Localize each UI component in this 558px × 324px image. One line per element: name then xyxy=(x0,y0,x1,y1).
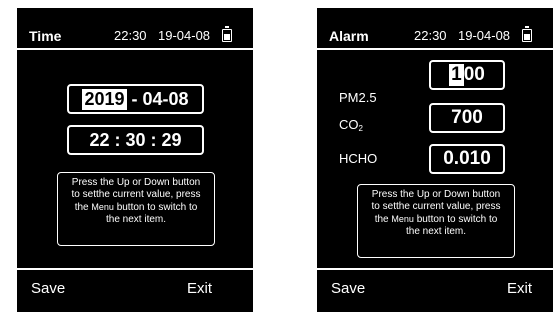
hcho-field[interactable]: 0.010 xyxy=(429,144,505,174)
date-field[interactable]: 2019 - 04-08 xyxy=(67,84,204,114)
status-date: 19-04-08 xyxy=(158,28,211,43)
help-line: the Menu button to switch to xyxy=(374,214,498,225)
month-day-value[interactable]: - 04-08 xyxy=(127,89,189,110)
header-divider xyxy=(17,48,253,50)
time-screen: Time 22:30 19-04-08 2019 - 04-08 22 : 30… xyxy=(17,8,253,312)
help-line: Press the Up or Down button xyxy=(71,177,201,188)
help-line: to setthe current value, press xyxy=(71,189,201,200)
alarm-screen: Alarm 22:30 19-04-08 PM2.5 1 00 CO2 700 … xyxy=(317,8,553,312)
menu-word: Menu xyxy=(391,214,414,224)
co2-label: CO2 xyxy=(339,117,363,133)
pm25-value[interactable]: 00 xyxy=(464,64,485,86)
battery-icon xyxy=(522,26,532,42)
hcho-label: HCHO xyxy=(339,151,378,166)
footer-divider xyxy=(317,268,553,270)
help-line: the Menu button to switch to xyxy=(74,202,198,213)
pm25-label: PM2.5 xyxy=(339,90,377,105)
pm25-field[interactable]: 1 00 xyxy=(429,60,505,90)
screen-title: Time xyxy=(29,28,62,44)
status-bar: Time 22:30 19-04-08 xyxy=(17,26,253,46)
status-bar: Alarm 22:30 19-04-08 xyxy=(317,26,553,46)
help-box: Press the Up or Down button to setthe cu… xyxy=(57,172,215,246)
time-field[interactable]: 22 : 30 : 29 xyxy=(67,125,204,155)
pm25-digit-selected[interactable]: 1 xyxy=(449,64,464,86)
help-line: to setthe current value, press xyxy=(371,201,501,212)
header-divider xyxy=(317,48,553,50)
help-line: the next item. xyxy=(405,226,467,237)
status-date: 19-04-08 xyxy=(458,28,511,43)
help-line: the next item. xyxy=(105,214,167,225)
exit-button[interactable]: Exit xyxy=(507,280,532,297)
help-line: Press the Up or Down button xyxy=(371,189,501,200)
hcho-value[interactable]: 0.010 xyxy=(443,148,491,170)
save-button[interactable]: Save xyxy=(31,280,65,297)
co2-field[interactable]: 700 xyxy=(429,103,505,133)
time-value[interactable]: 22 : 30 : 29 xyxy=(89,130,181,151)
status-time: 22:30 xyxy=(114,28,147,43)
status-time: 22:30 xyxy=(414,28,447,43)
help-box: Press the Up or Down button to setthe cu… xyxy=(357,184,515,258)
menu-word: Menu xyxy=(91,202,114,212)
exit-button[interactable]: Exit xyxy=(187,280,212,297)
co2-value[interactable]: 700 xyxy=(451,107,483,129)
footer-divider xyxy=(17,268,253,270)
save-button[interactable]: Save xyxy=(331,280,365,297)
year-value-selected[interactable]: 2019 xyxy=(82,88,127,110)
battery-icon xyxy=(222,26,232,42)
screen-title: Alarm xyxy=(329,28,369,44)
